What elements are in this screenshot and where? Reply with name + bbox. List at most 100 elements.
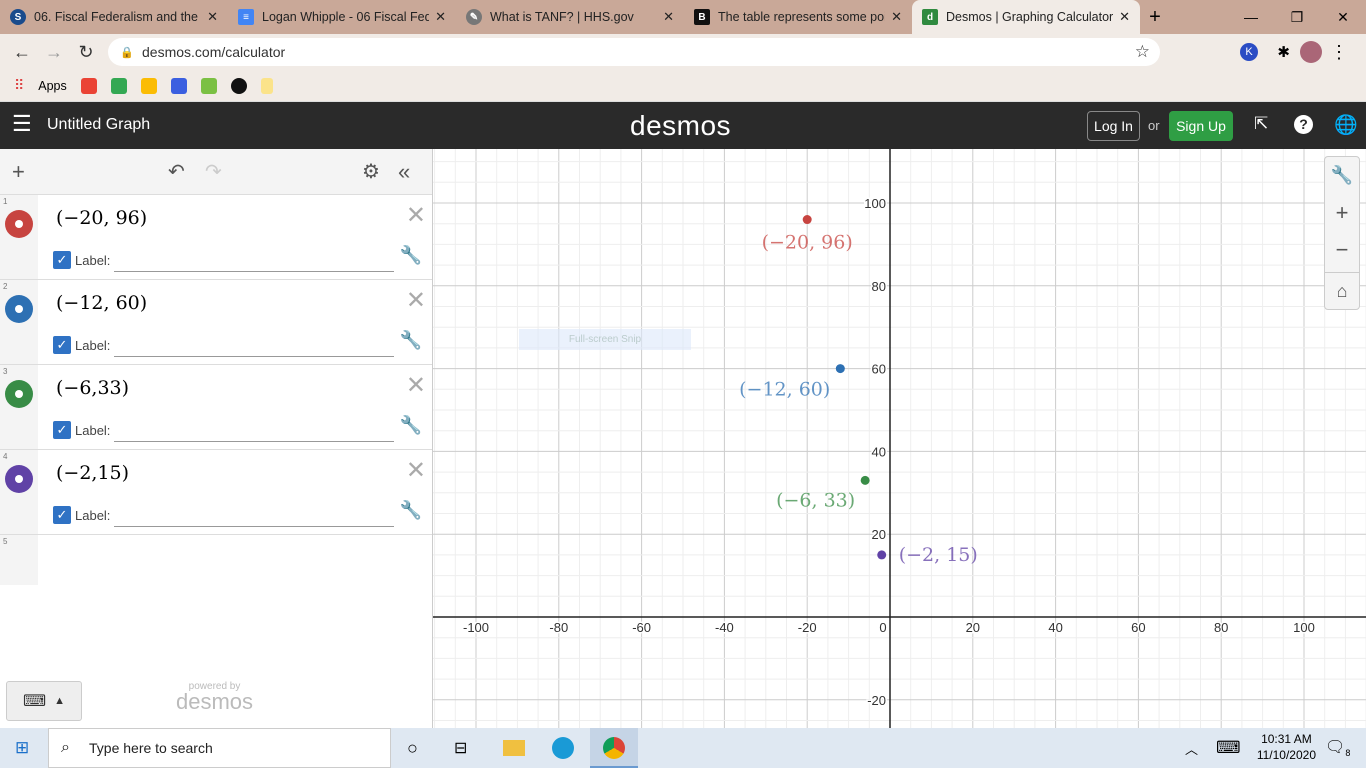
meet-icon[interactable] — [110, 77, 127, 94]
minimize-button[interactable]: — — [1228, 0, 1274, 34]
point-visibility-toggle[interactable] — [5, 210, 33, 238]
bookmark-apps[interactable]: Apps — [38, 79, 67, 93]
maximize-button[interactable]: ❐ — [1274, 0, 1320, 34]
browser-tab[interactable]: B The table represents some poi ✕ — [684, 0, 912, 34]
add-expression-button[interactable]: + — [12, 159, 25, 185]
label-checkbox[interactable]: ✓ — [53, 251, 71, 269]
point-visibility-toggle[interactable] — [5, 380, 33, 408]
redo-icon[interactable]: ↷ — [205, 159, 222, 184]
windows-start-icon[interactable]: ⊞ — [15, 738, 29, 758]
close-window-button[interactable]: ✕ — [1320, 0, 1366, 34]
menu-icon[interactable]: ⋮ — [1330, 42, 1348, 63]
collapse-panel-icon[interactable]: « — [398, 159, 410, 185]
extension-k-icon[interactable]: K — [1240, 43, 1258, 61]
show-hidden-icons[interactable]: ︿ — [1185, 739, 1198, 758]
apps-icon: ⠿ — [14, 77, 25, 93]
default-viewport-home-icon[interactable]: ⌂ — [1325, 272, 1359, 309]
extensions-icon[interactable]: ✱ — [1277, 43, 1290, 61]
browser-tab[interactable]: S 06. Fiscal Federalism and the C ✕ — [0, 0, 228, 34]
back-icon[interactable]: ← — [6, 42, 38, 63]
login-button[interactable]: Log In — [1087, 111, 1140, 141]
forward-icon[interactable]: → — [38, 42, 70, 63]
help-icon[interactable]: ? — [1294, 115, 1313, 134]
graph-title[interactable]: Untitled Graph — [47, 116, 150, 134]
x-tick-label: 40 — [1048, 620, 1062, 635]
hamburger-menu-icon[interactable]: ☰ — [12, 111, 32, 137]
drive-icon[interactable] — [140, 77, 157, 94]
expression-item[interactable]: 3 (−6,33) ✕ ✓ Label: 🔧 — [0, 365, 432, 450]
profile-avatar[interactable] — [1300, 41, 1322, 63]
expression-item[interactable]: 2 (−12, 60) ✕ ✓ Label: 🔧 — [0, 280, 432, 365]
share-icon[interactable]: ⇱ — [1254, 114, 1268, 134]
signup-button[interactable]: Sign Up — [1169, 111, 1233, 141]
c-icon[interactable] — [170, 77, 187, 94]
delete-expression-icon[interactable]: ✕ — [406, 456, 426, 485]
keyboard-toggle-button[interactable]: ⌨ ▲ — [6, 681, 82, 721]
search-icon: ⌕ — [61, 739, 70, 756]
y-tick-label: 100 — [864, 196, 886, 211]
folder-icon[interactable] — [260, 77, 273, 94]
point-visibility-toggle[interactable] — [5, 295, 33, 323]
x-tick-label: -100 — [463, 620, 489, 635]
edge-icon[interactable] — [552, 737, 574, 759]
label-input[interactable] — [114, 271, 394, 272]
wrench-icon[interactable]: 🔧 — [400, 500, 422, 521]
label-checkbox[interactable]: ✓ — [53, 506, 71, 524]
wrench-icon[interactable]: 🔧 — [400, 245, 422, 266]
expression-item[interactable]: 1 (−20, 96) ✕ ✓ Label: 🔧 — [0, 195, 432, 280]
delete-expression-icon[interactable]: ✕ — [406, 201, 426, 230]
settings-gear-icon[interactable]: ⚙ — [362, 159, 380, 184]
reload-icon[interactable]: ↻ — [70, 42, 102, 63]
new-tab-button[interactable]: + — [1140, 0, 1170, 34]
undo-icon[interactable]: ↶ — [168, 159, 185, 184]
duolingo-icon[interactable] — [200, 77, 217, 94]
expression-input[interactable]: (−20, 96) — [56, 207, 147, 229]
close-tab-icon[interactable]: ✕ — [891, 9, 902, 25]
browser-tab[interactable]: ≡ Logan Whipple - 06 Fiscal Fede ✕ — [228, 0, 456, 34]
language-globe-icon[interactable]: 🌐 — [1334, 113, 1358, 137]
y-tick-label: 40 — [872, 444, 886, 459]
point-visibility-toggle[interactable] — [5, 465, 33, 493]
close-tab-icon[interactable]: ✕ — [207, 9, 218, 25]
expression-input[interactable]: (−12, 60) — [56, 292, 147, 314]
clock[interactable]: 10:31 AM 11/10/2020 — [1257, 731, 1316, 763]
label-checkbox[interactable]: ✓ — [53, 336, 71, 354]
zoom-out-button[interactable]: − — [1325, 231, 1359, 268]
expression-input[interactable]: (−2,15) — [56, 462, 129, 484]
label-input[interactable] — [114, 356, 394, 357]
desmos-icon: d — [922, 9, 938, 25]
graph-paper[interactable]: -100 -80 -60 -40 -20 0 20 40 60 80 100 -20 20 40 60 80 1… — [433, 140, 1366, 742]
browser-tab[interactable]: ✎ What is TANF? | HHS.gov ✕ — [456, 0, 684, 34]
plotted-point — [860, 475, 870, 485]
address-bar[interactable]: 🔒 desmos.com/calculator ☆ — [108, 38, 1160, 66]
delete-expression-icon[interactable]: ✕ — [406, 286, 426, 315]
notifications-icon[interactable]: 🗨8 — [1325, 737, 1350, 758]
expression-item[interactable]: 4 (−2,15) ✕ ✓ Label: 🔧 — [0, 450, 432, 535]
gmail-icon[interactable] — [80, 77, 97, 94]
close-tab-icon[interactable]: ✕ — [663, 9, 674, 25]
taskbar-search[interactable]: ⌕ Type here to search — [48, 728, 391, 768]
delete-expression-icon[interactable]: ✕ — [406, 371, 426, 400]
browser-tab-active[interactable]: d Desmos | Graphing Calculator ✕ — [912, 0, 1140, 34]
touch-keyboard-icon[interactable]: ⌨ — [1216, 738, 1241, 758]
label-input[interactable] — [114, 441, 394, 442]
zoom-in-button[interactable]: + — [1325, 194, 1359, 231]
y-tick-label: 80 — [872, 279, 886, 294]
graph-settings-wrench-icon[interactable]: 🔧 — [1325, 157, 1359, 194]
task-view-icon[interactable]: ⊟ — [454, 738, 467, 758]
file-explorer-icon[interactable] — [503, 740, 525, 756]
wrench-icon[interactable]: 🔧 — [400, 415, 422, 436]
label-input[interactable] — [114, 526, 394, 527]
brainly-icon: B — [694, 9, 710, 25]
x-tick-label: -80 — [549, 620, 568, 635]
chrome-taskbar-button[interactable] — [590, 728, 638, 768]
star-icon[interactable]: ☆ — [1135, 42, 1150, 62]
schoology-icon[interactable] — [230, 77, 247, 94]
cortana-icon[interactable]: ○ — [407, 738, 418, 759]
close-tab-icon[interactable]: ✕ — [435, 9, 446, 25]
plotted-point — [802, 215, 812, 225]
wrench-icon[interactable]: 🔧 — [400, 330, 422, 351]
expression-input[interactable]: (−6,33) — [56, 377, 129, 399]
close-tab-icon[interactable]: ✕ — [1119, 9, 1130, 25]
label-checkbox[interactable]: ✓ — [53, 421, 71, 439]
